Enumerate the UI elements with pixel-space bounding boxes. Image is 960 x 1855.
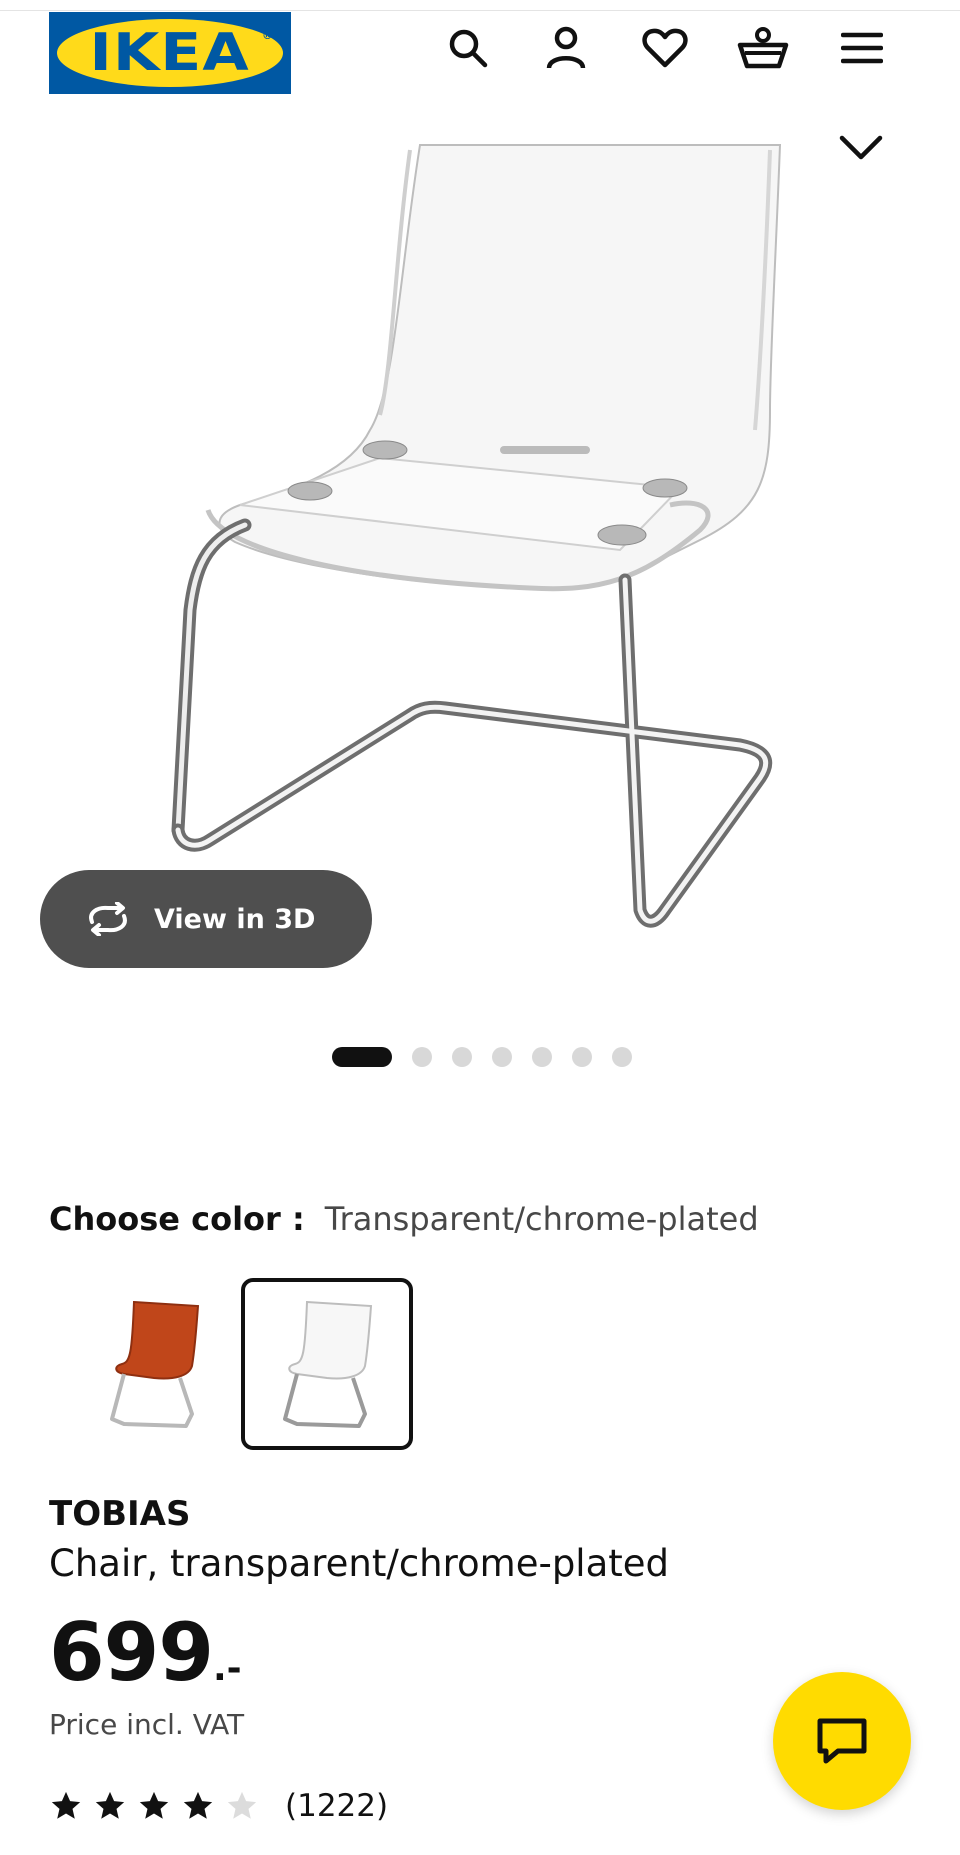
star-filled-icon xyxy=(139,1791,169,1819)
product-name: TOBIAS xyxy=(49,1494,191,1534)
gallery-dot[interactable] xyxy=(452,1047,472,1067)
gallery-dot[interactable] xyxy=(332,1047,392,1067)
chat-bubble-icon xyxy=(817,1718,867,1764)
review-count: (1222) xyxy=(285,1788,389,1824)
gallery-dot[interactable] xyxy=(532,1047,552,1067)
search-icon[interactable] xyxy=(440,20,496,76)
chevron-down-icon[interactable] xyxy=(836,128,886,168)
logo-oval: IKEA ® xyxy=(57,19,283,87)
basket-icon[interactable] xyxy=(735,20,791,76)
price-suffix: .- xyxy=(213,1648,242,1689)
view-in-3d-label: View in 3D xyxy=(154,903,316,935)
product-price: 699 .- xyxy=(49,1606,242,1699)
view-in-3d-button[interactable]: View in 3D xyxy=(40,870,372,968)
top-divider xyxy=(0,10,960,11)
gallery-dot[interactable] xyxy=(612,1047,632,1067)
color-option-orange[interactable] xyxy=(68,1278,240,1450)
choose-color-label: Choose color : xyxy=(49,1200,305,1238)
account-icon[interactable] xyxy=(538,20,594,76)
gallery-dot[interactable] xyxy=(572,1047,592,1067)
price-amount: 699 xyxy=(49,1606,214,1699)
gallery-dot[interactable] xyxy=(492,1047,512,1067)
logo-text: IKEA xyxy=(89,23,251,83)
transparent-chair-thumbnail xyxy=(283,1300,373,1428)
product-rating[interactable]: (1222) xyxy=(49,1788,388,1824)
orange-chair-thumbnail xyxy=(110,1300,200,1428)
star-filled-icon xyxy=(183,1791,213,1819)
color-option-transparent[interactable] xyxy=(241,1278,413,1450)
color-chooser-row: Choose color : Transparent/chrome-plated xyxy=(49,1200,759,1238)
logo-registered-mark: ® xyxy=(262,29,273,42)
menu-icon[interactable] xyxy=(834,20,890,76)
chat-button[interactable] xyxy=(773,1672,911,1810)
star-empty-icon xyxy=(227,1791,257,1819)
price-vat-note: Price incl. VAT xyxy=(49,1708,245,1741)
gallery-pagination xyxy=(332,1047,632,1067)
selected-color-value: Transparent/chrome-plated xyxy=(324,1200,759,1238)
star-filled-icon xyxy=(51,1791,81,1819)
heart-icon[interactable] xyxy=(637,20,693,76)
star-filled-icon xyxy=(95,1791,125,1819)
product-description: Chair, transparent/chrome-plated xyxy=(49,1542,670,1585)
rotate-3d-icon xyxy=(89,902,127,936)
gallery-dot[interactable] xyxy=(412,1047,432,1067)
ikea-logo[interactable]: IKEA ® xyxy=(49,12,291,94)
